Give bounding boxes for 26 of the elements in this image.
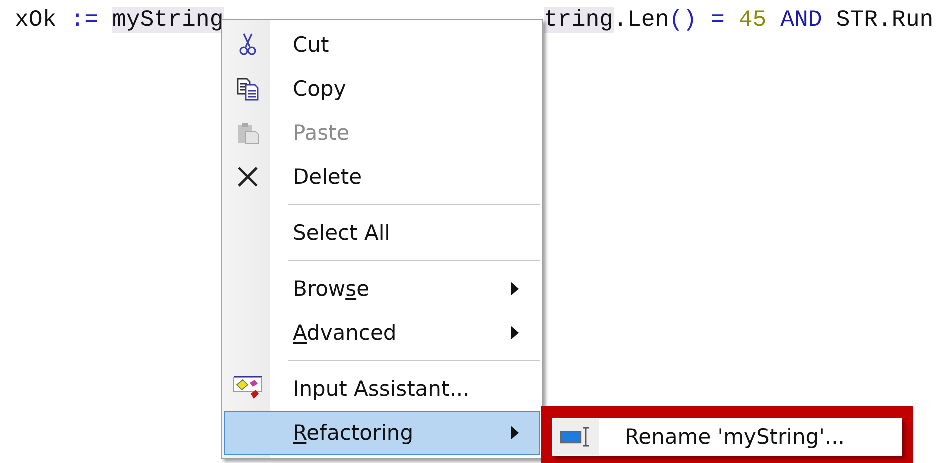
code-token: () = — [669, 7, 726, 33]
menu-item[interactable]: Delete — [224, 155, 540, 199]
menu-item[interactable]: Refactoring — [224, 411, 540, 455]
code-token: := — [70, 7, 100, 33]
menu-item[interactable]: Input Assistant... — [224, 367, 540, 411]
menu-item[interactable]: Cut — [224, 23, 540, 67]
menu-item[interactable]: Select All — [224, 211, 540, 255]
submenu-arrow-icon — [511, 426, 519, 440]
submenu-arrow-icon — [511, 282, 519, 296]
menu-item[interactable]: Advanced — [224, 311, 540, 355]
code-token: xOk — [15, 7, 58, 33]
delete-icon — [237, 166, 259, 188]
code-token: STR.Run — [836, 7, 934, 33]
menu-item[interactable]: Rename 'myString'... — [552, 418, 902, 456]
code-token: .Len — [614, 7, 670, 33]
paste-icon — [236, 121, 260, 145]
rename-icon — [560, 426, 592, 448]
code-token: 45 — [738, 7, 768, 33]
menu-item[interactable]: Copy — [224, 67, 540, 111]
copy-icon — [236, 77, 260, 101]
menu-item[interactable]: Browse — [224, 267, 540, 311]
highlighted-identifier: myString — [112, 7, 224, 33]
code-token: AND — [780, 7, 824, 33]
scissors-icon — [238, 33, 258, 57]
highlighted-identifier: tring — [544, 7, 614, 33]
submenu-arrow-icon — [511, 326, 519, 340]
